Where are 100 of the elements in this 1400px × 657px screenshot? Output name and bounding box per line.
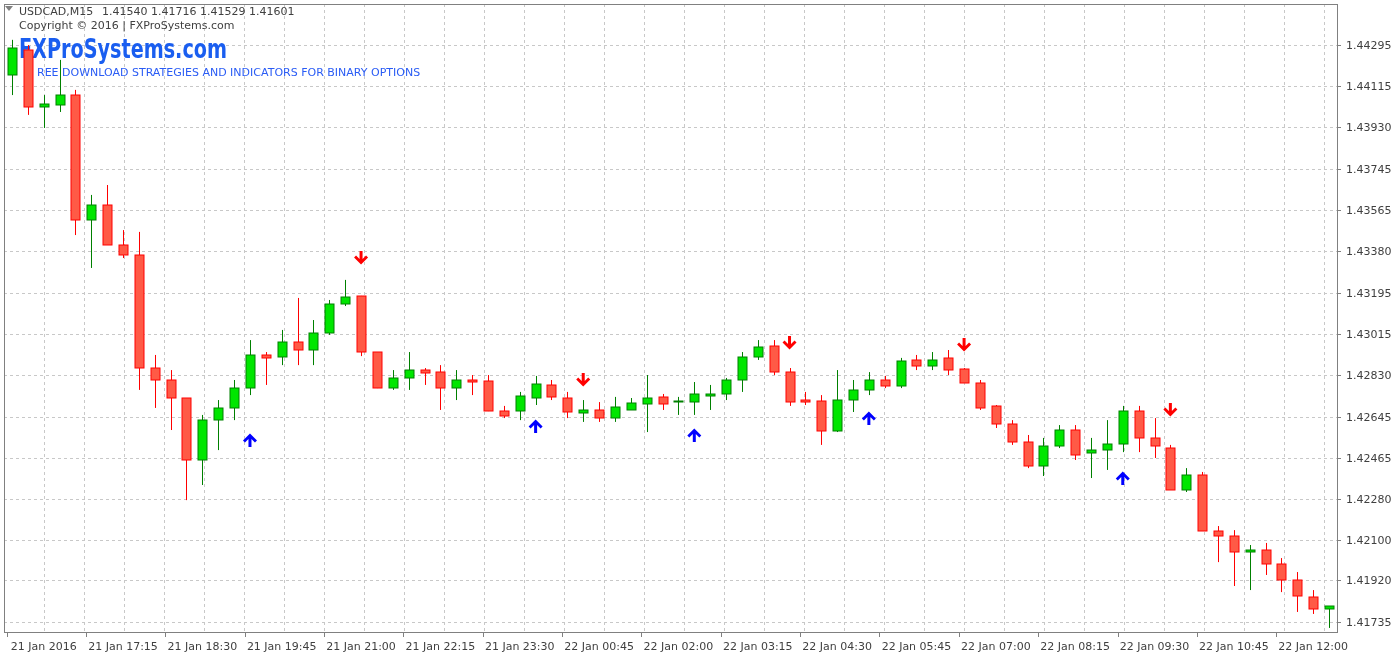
time-label: 21 Jan 19:45 xyxy=(246,640,317,653)
price-label: 1.43565 xyxy=(1346,204,1392,217)
ohlc-values: 1.41540 1.41716 1.41529 1.41601 xyxy=(102,5,295,18)
price-label: 1.41920 xyxy=(1346,574,1392,587)
time-label: 22 Jan 08:15 xyxy=(1040,640,1110,653)
time-label: 22 Jan 02:00 xyxy=(643,640,714,653)
candlestick xyxy=(1213,525,1224,563)
candlestick xyxy=(737,351,748,393)
candlestick xyxy=(1324,605,1335,629)
copyright-text: Copyright © 2016 | FXProSystems.com xyxy=(19,19,235,32)
candlestick xyxy=(467,374,478,396)
candlestick xyxy=(594,401,605,423)
candlestick xyxy=(1292,571,1303,613)
time-label: 22 Jan 05:45 xyxy=(881,640,952,653)
price-label: 1.41735 xyxy=(1346,616,1392,629)
candlestick xyxy=(721,377,732,401)
candlestick xyxy=(610,396,621,423)
candlestick xyxy=(673,396,684,416)
time-label: 21 Jan 22:15 xyxy=(405,640,476,653)
candlestick xyxy=(531,375,542,406)
price-label: 1.43015 xyxy=(1346,328,1392,341)
candlestick xyxy=(864,371,875,396)
candlestick xyxy=(277,329,288,366)
time-label: 22 Jan 04:30 xyxy=(802,640,872,653)
candlestick xyxy=(943,349,954,376)
time-label: 22 Jan 10:45 xyxy=(1199,640,1269,653)
candlestick xyxy=(1261,542,1272,576)
candlestick xyxy=(1023,434,1034,469)
candlestick xyxy=(451,369,462,401)
up-arrow-icon xyxy=(687,428,702,442)
candlestick xyxy=(642,374,653,433)
candlestick xyxy=(1150,417,1161,459)
price-label: 1.44295 xyxy=(1346,39,1392,52)
candlestick xyxy=(578,399,589,423)
time-label: 22 Jan 00:45 xyxy=(564,640,634,653)
candlestick xyxy=(1276,557,1287,593)
time-label: 22 Jan 03:15 xyxy=(722,640,793,653)
price-label: 1.44115 xyxy=(1346,80,1392,93)
candlestick xyxy=(340,279,351,307)
price-label: 1.43745 xyxy=(1346,163,1392,176)
price-label: 1.42280 xyxy=(1346,493,1392,506)
candlestick xyxy=(848,379,859,413)
price-label: 1.42645 xyxy=(1346,411,1392,424)
down-arrow-icon xyxy=(1163,403,1178,417)
candlestick xyxy=(1038,437,1049,477)
candlestick xyxy=(1229,529,1240,587)
time-label: 22 Jan 07:00 xyxy=(961,640,1031,653)
price-label: 1.42465 xyxy=(1346,452,1392,465)
candlestick xyxy=(1245,544,1256,591)
candlestick xyxy=(150,354,161,409)
down-arrow-icon xyxy=(957,338,972,352)
price-label: 1.43195 xyxy=(1346,287,1392,300)
time-label: 21 Jan 21:00 xyxy=(326,640,396,653)
candlestick xyxy=(166,369,177,431)
candlestick xyxy=(1086,437,1097,479)
candlestick xyxy=(261,351,272,386)
candlestick xyxy=(435,364,446,411)
down-arrow-icon xyxy=(354,251,369,265)
candlestick xyxy=(388,369,399,391)
candlestick xyxy=(404,351,415,391)
brand-title: FXProSystems.com xyxy=(19,33,312,64)
up-arrow-icon xyxy=(1115,471,1130,485)
down-arrow-icon xyxy=(782,336,797,350)
candlestick xyxy=(1102,419,1113,471)
candlestick xyxy=(213,399,224,451)
time-label: 21 Jan 23:30 xyxy=(484,640,555,653)
price-label: 1.42100 xyxy=(1346,534,1392,547)
price-label: 1.43930 xyxy=(1346,121,1392,134)
time-label: 21 Jan 18:30 xyxy=(167,640,238,653)
candlestick xyxy=(753,339,764,361)
candlestick xyxy=(39,94,50,129)
candlestick xyxy=(308,319,319,366)
candlestick xyxy=(562,391,573,419)
price-label: 1.42830 xyxy=(1346,369,1392,382)
up-arrow-icon xyxy=(861,411,876,425)
candlestick xyxy=(118,229,129,259)
candlestick xyxy=(1308,589,1319,615)
candlestick xyxy=(1054,424,1065,449)
symbol-label: USDCAD,M15 xyxy=(19,5,94,18)
price-label: 1.43380 xyxy=(1346,245,1392,258)
time-label: 22 Jan 09:30 xyxy=(1119,640,1190,653)
time-label: 22 Jan 12:00 xyxy=(1278,640,1348,653)
candlestick xyxy=(229,379,240,421)
brand-subtitle: REE DOWNLOAD STRATEGIES AND INDICATORS FOR BINARY OPTIONS xyxy=(37,66,421,79)
candlestick xyxy=(705,384,716,411)
candlestick xyxy=(546,379,557,401)
up-arrow-icon xyxy=(242,433,257,447)
candlestick xyxy=(1007,419,1018,446)
down-arrow-icon xyxy=(576,373,591,387)
candlestick xyxy=(293,297,304,366)
candlestick xyxy=(689,381,700,416)
candlestick xyxy=(515,391,526,421)
up-arrow-icon xyxy=(528,419,543,433)
candlestick xyxy=(86,194,97,269)
candlestick xyxy=(1181,467,1192,493)
time-label: 21 Jan 2016 xyxy=(10,640,77,653)
dropdown-icon[interactable] xyxy=(5,6,13,11)
candlestick xyxy=(991,404,1002,429)
candlestick xyxy=(927,351,938,371)
time-label: 21 Jan 17:15 xyxy=(88,640,158,653)
